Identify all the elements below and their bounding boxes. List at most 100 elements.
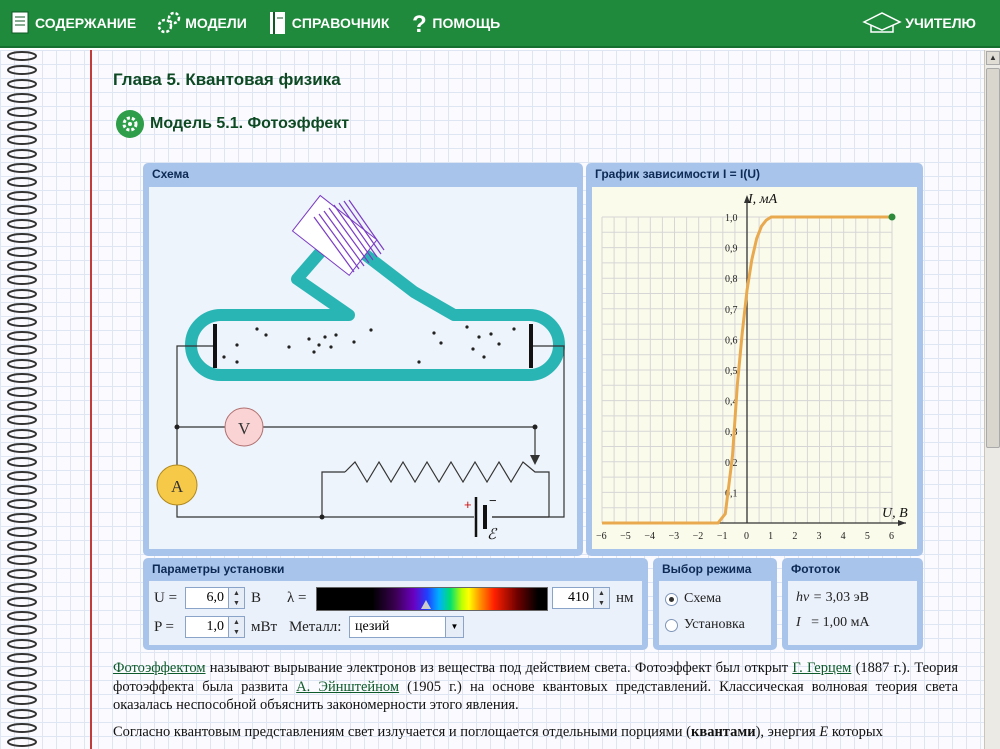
- radio-scheme-button[interactable]: [665, 592, 678, 606]
- rheostat-slider[interactable]: [530, 455, 540, 465]
- wavelength-spectrum-slider[interactable]: [316, 587, 548, 611]
- graph-panel: График зависимости I = I(U) −6 −5 −4 −3 −2 −1…: [586, 163, 923, 556]
- u-up-arrow-icon[interactable]: ▲: [229, 588, 244, 598]
- vertical-scrollbar[interactable]: ▲: [984, 50, 1000, 749]
- model-title-text: Модель 5.1. Фотоэффект: [150, 115, 350, 132]
- battery: + − ℰ: [464, 493, 498, 543]
- link-einstein[interactable]: А. Эйнштейном: [296, 679, 399, 695]
- spiral-ring: [7, 219, 37, 229]
- current-readout: I = 1,00 мА: [796, 615, 870, 631]
- spiral-ring: [7, 681, 37, 691]
- model-gear-icon: [116, 110, 144, 138]
- spiral-ring: [7, 639, 37, 649]
- link-hertz[interactable]: Г. Герцем: [792, 660, 851, 676]
- y-tick-label: 0,6: [725, 335, 738, 346]
- spiral-ring: [7, 471, 37, 481]
- nav-help-label: ПОМОЩЬ: [432, 15, 501, 31]
- spiral-ring: [7, 667, 37, 677]
- u-down-arrow-icon[interactable]: ▼: [229, 598, 244, 608]
- parameters-panel: Параметры установки U = 6,0 ▲ ▼ В λ = 410…: [143, 558, 648, 650]
- spiral-ring: [7, 737, 37, 747]
- u-stepper[interactable]: 6,0 ▲ ▼: [185, 587, 245, 609]
- x-tick-label: −3: [669, 531, 680, 542]
- current-label: I: [796, 615, 801, 630]
- lambda-stepper[interactable]: 410 ▲ ▼: [552, 587, 610, 609]
- x-tick-label: −5: [620, 531, 631, 542]
- spiral-ring: [7, 275, 37, 285]
- scroll-thumb[interactable]: [986, 68, 1000, 448]
- x-tick-label: 1: [768, 531, 773, 542]
- lambda-value: 410: [568, 590, 589, 605]
- nav-reference[interactable]: СПРАВОЧНИК: [267, 10, 389, 36]
- curve-endpoint: [888, 213, 896, 221]
- radio-scheme[interactable]: Схема: [665, 591, 721, 607]
- svg-text:?: ?: [412, 11, 427, 36]
- spiral-binding: [7, 51, 37, 747]
- spiral-ring: [7, 499, 37, 509]
- voltmeter: V: [224, 407, 264, 447]
- spiral-ring: [7, 401, 37, 411]
- x-tick-label: −2: [693, 531, 704, 542]
- voltmeter-label: V: [238, 419, 251, 438]
- spiral-ring: [7, 303, 37, 313]
- p-up-arrow-icon[interactable]: ▲: [229, 617, 244, 627]
- spiral-ring: [7, 51, 37, 61]
- nav-contents[interactable]: СОДЕРЖАНИЕ: [8, 10, 136, 36]
- scroll-up-arrow-icon[interactable]: ▲: [986, 51, 1000, 65]
- x-tick-label: −1: [717, 531, 728, 542]
- spiral-ring: [7, 373, 37, 383]
- p-stepper[interactable]: 1,0 ▲ ▼: [185, 616, 245, 638]
- p-unit: мВт: [251, 619, 278, 635]
- spiral-ring: [7, 527, 37, 537]
- spiral-ring: [7, 135, 37, 145]
- link-photoeffect[interactable]: Фотоэффектом: [113, 660, 206, 676]
- dropdown-arrow-icon[interactable]: ▼: [445, 617, 463, 637]
- p2-bold-quanta: квантами: [691, 723, 756, 740]
- y-tick-label: 0,5: [725, 366, 738, 377]
- u-value: 6,0: [206, 590, 225, 605]
- scheme-panel: Схема + − ℰ V A: [143, 163, 583, 556]
- x-tick-label: −4: [644, 531, 655, 542]
- radio-setup-button[interactable]: [665, 618, 678, 632]
- top-navigation-bar: СОДЕРЖАНИЕ МОДЕЛИ СПРАВОЧНИК ? ПОМОЩЬ УЧ…: [0, 0, 1000, 48]
- ammeter: A: [156, 464, 198, 506]
- u-unit: В: [251, 590, 262, 606]
- p2-text-c: которых: [828, 723, 883, 740]
- reference-book-icon: [269, 12, 285, 34]
- anode: [529, 324, 533, 368]
- nav-teacher[interactable]: УЧИТЕЛЮ: [862, 8, 976, 38]
- spiral-ring: [7, 261, 37, 271]
- x-tick-label: 5: [865, 531, 870, 542]
- hv-readout: hν = 3,03 эВ: [796, 590, 869, 606]
- nav-help[interactable]: ? ПОМОЩЬ: [409, 10, 500, 36]
- spiral-ring: [7, 93, 37, 103]
- spiral-ring: [7, 121, 37, 131]
- chapter-title: Глава 5. Квантовая физика: [113, 70, 341, 89]
- radio-scheme-label: Схема: [684, 591, 722, 606]
- x-tick-labels: −6 −5 −4 −3 −2 −1 0 1 2 3 4 5 6: [596, 531, 894, 542]
- radio-setup-label: Установка: [684, 617, 745, 632]
- hv-label: hν =: [796, 590, 826, 605]
- photocurrent-panel: Фототок hν = 3,03 эВ I = 1,00 мА: [782, 558, 923, 650]
- spiral-ring: [7, 331, 37, 341]
- p-down-arrow-icon[interactable]: ▼: [229, 627, 244, 637]
- spiral-ring: [7, 317, 37, 327]
- spiral-ring: [7, 163, 37, 173]
- spiral-ring: [7, 555, 37, 565]
- metal-select[interactable]: цезий ▼: [349, 616, 464, 638]
- spiral-ring: [7, 723, 37, 733]
- spiral-ring: [7, 205, 37, 215]
- spiral-ring: [7, 149, 37, 159]
- battery-emf: ℰ: [487, 527, 498, 543]
- book-icon: [11, 11, 29, 34]
- nav-models[interactable]: МОДЕЛИ: [156, 10, 247, 36]
- radio-setup[interactable]: Установка: [665, 617, 745, 633]
- spiral-ring: [7, 387, 37, 397]
- spectrum-marker[interactable]: [421, 600, 431, 609]
- photo-body: hν = 3,03 эВ I = 1,00 мА: [788, 581, 917, 645]
- metal-value: цезий: [355, 619, 390, 634]
- lambda-down-arrow-icon[interactable]: ▼: [594, 598, 609, 608]
- lambda-up-arrow-icon[interactable]: ▲: [594, 588, 609, 598]
- photocell-tube: [185, 194, 565, 381]
- spiral-ring: [7, 177, 37, 187]
